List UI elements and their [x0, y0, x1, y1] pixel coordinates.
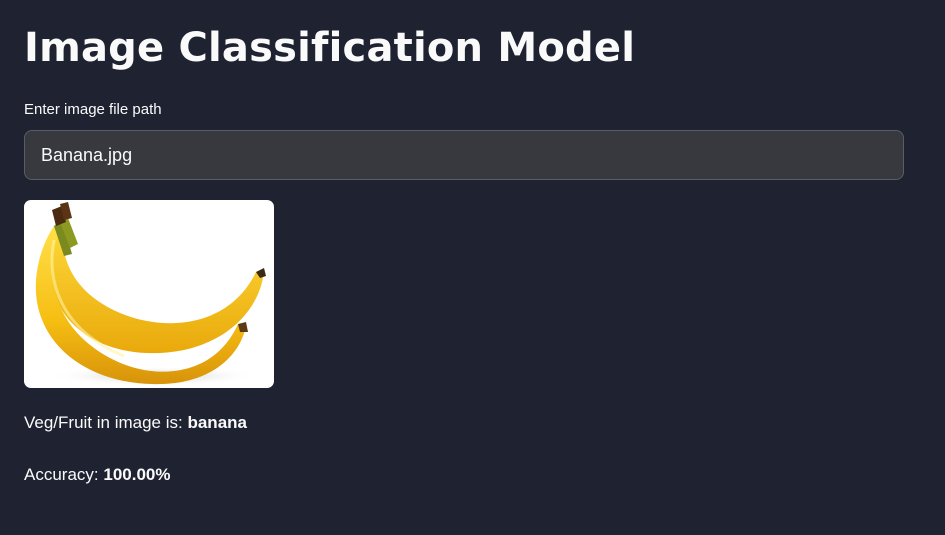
- file-path-label: Enter image file path: [24, 101, 162, 118]
- accuracy-value: 100.00%: [103, 465, 171, 484]
- page-title: Image Classification Model: [24, 25, 636, 71]
- accuracy-result: Accuracy: 100.00%: [24, 464, 170, 486]
- prediction-label: Veg/Fruit in image is:: [24, 413, 188, 432]
- prediction-value: banana: [187, 413, 247, 432]
- file-path-input[interactable]: [24, 130, 904, 180]
- prediction-result: Veg/Fruit in image is: banana: [24, 412, 247, 434]
- accuracy-label: Accuracy:: [24, 465, 104, 484]
- banana-image-icon: [35, 202, 266, 386]
- classified-image: [24, 200, 274, 388]
